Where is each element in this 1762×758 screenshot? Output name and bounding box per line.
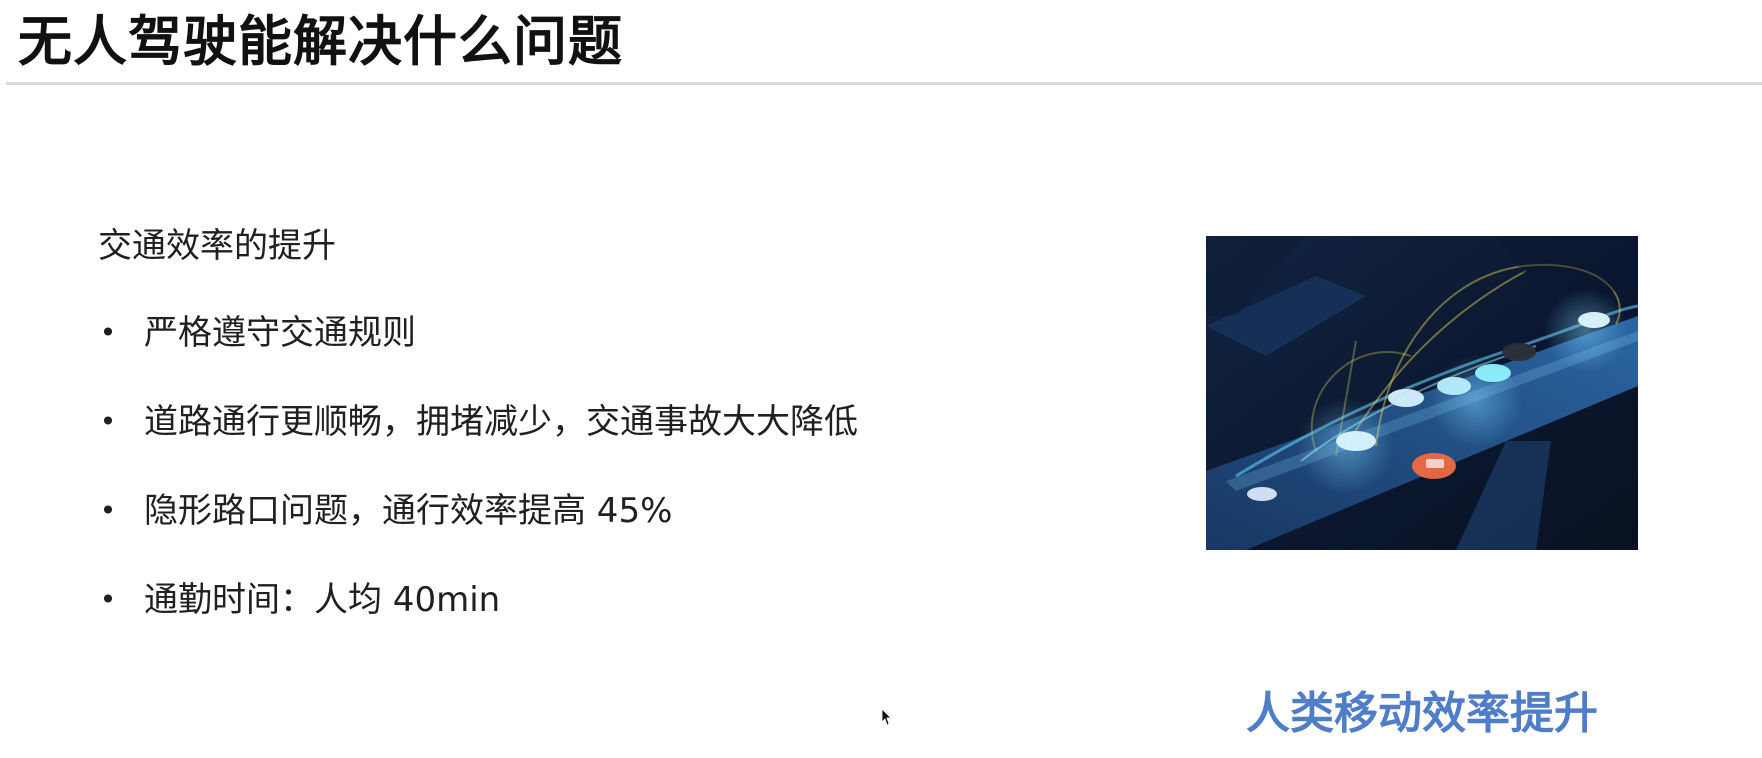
bullet-marker: • — [99, 494, 117, 527]
bullet-text: 隐形路口问题，通行效率提高 45% — [144, 491, 673, 531]
image-caption: 人类移动效率提升 — [1246, 688, 1598, 739]
bullet-text: 严格遵守交通规则 — [144, 313, 416, 353]
bullet-item: • 道路通行更顺畅，拥堵减少，交通事故大大降低 — [98, 399, 878, 445]
title-divider — [6, 82, 1762, 85]
slide-title: 无人驾驶能解决什么问题 — [18, 10, 623, 73]
section-heading: 交通效率的提升 — [98, 226, 336, 266]
bullet-text: 通勤时间：人均 40min — [144, 580, 501, 620]
bullet-marker: • — [99, 583, 117, 616]
smart-traffic-illustration — [1206, 236, 1638, 550]
bullet-marker: • — [99, 405, 117, 438]
bullet-list: • 严格遵守交通规则 • 道路通行更顺畅，拥堵减少，交通事故大大降低 • 隐形路… — [98, 310, 878, 623]
slide-content: 交通效率的提升 • 严格遵守交通规则 • 道路通行更顺畅，拥堵减少，交通事故大大… — [98, 222, 878, 666]
mouse-pointer-icon — [881, 708, 892, 726]
bullet-item: • 隐形路口问题，通行效率提高 45% — [98, 488, 878, 534]
bullet-marker: • — [99, 316, 117, 349]
bullet-item: • 通勤时间：人均 40min — [98, 577, 878, 623]
bullet-item: • 严格遵守交通规则 — [98, 310, 878, 356]
bullet-text: 道路通行更顺畅，拥堵减少，交通事故大大降低 — [144, 402, 858, 442]
